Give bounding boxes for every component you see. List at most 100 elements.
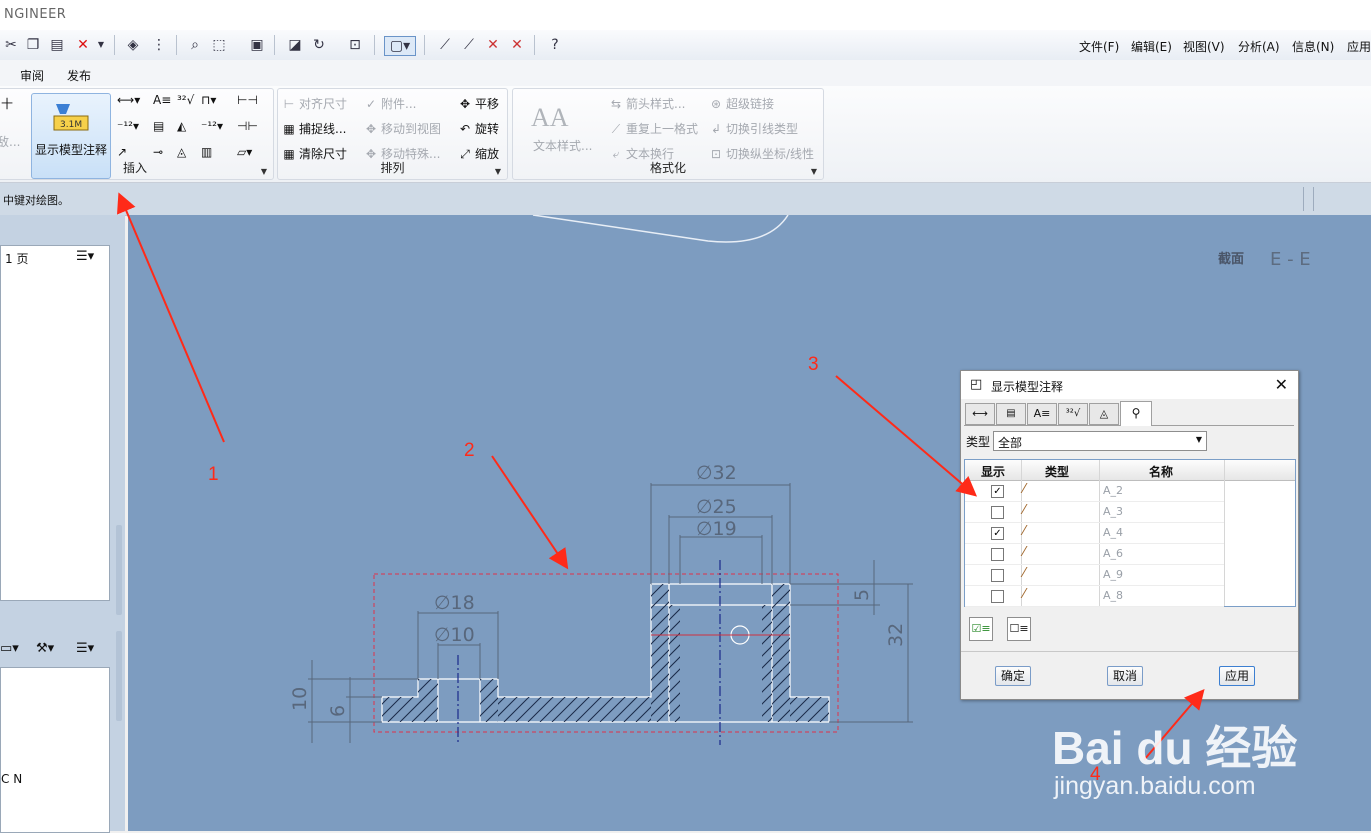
splitter-handle[interactable] bbox=[116, 525, 122, 615]
table-row[interactable]: ⁄ A_9 bbox=[965, 565, 1224, 586]
col-show[interactable]: 显示 bbox=[981, 463, 1005, 480]
repeat-format-item[interactable]: ⟋ 重复上一格式 bbox=[609, 120, 698, 137]
type-select[interactable]: 全部 ▼ bbox=[993, 431, 1207, 451]
table-row[interactable]: ✓ ⁄ A_2 bbox=[965, 481, 1224, 502]
render-icon[interactable]: ▣ bbox=[248, 36, 266, 54]
insert-item-2[interactable]: 敌... bbox=[0, 133, 20, 150]
delete-dropdown-icon[interactable]: ▼ bbox=[92, 36, 110, 54]
model-tree[interactable]: C N bbox=[0, 667, 110, 833]
table-row[interactable]: ⁄ A_6 bbox=[965, 544, 1224, 565]
tree-icon[interactable]: ⋮ bbox=[150, 36, 168, 54]
cancel-button[interactable]: 取消 bbox=[1107, 666, 1143, 686]
splitter-handle-2[interactable] bbox=[116, 631, 122, 721]
coord-sys-icon[interactable]: ✕ bbox=[508, 36, 526, 54]
cut-icon[interactable]: ✂ bbox=[2, 36, 20, 54]
leader-icon[interactable]: ↗ bbox=[117, 145, 127, 159]
attach-item[interactable]: ✓ 附件... bbox=[364, 95, 416, 112]
align-icon: ⊢ bbox=[283, 97, 295, 111]
linear-dim-icon[interactable]: ⟷▾ bbox=[117, 93, 140, 107]
regenerate-icon[interactable]: ↻ bbox=[310, 36, 328, 54]
filter-icon[interactable]: ▭▾ bbox=[0, 641, 19, 656]
show-annotations-icon: 3.1M bbox=[53, 104, 89, 131]
pan-item[interactable]: ✥ 平移 bbox=[458, 95, 499, 112]
menu-info[interactable]: 信息(N) bbox=[1292, 38, 1334, 55]
col-type[interactable]: 类型 bbox=[1045, 463, 1069, 480]
rotate-item[interactable]: ↶ 旋转 bbox=[458, 120, 499, 137]
close-icon[interactable]: ✕ bbox=[1275, 375, 1288, 394]
ref-dim-icon[interactable]: ⁻¹²▾ bbox=[117, 119, 139, 133]
show-checkbox[interactable]: ✓ bbox=[991, 485, 1004, 498]
format-group-expand-icon[interactable]: ▼ bbox=[811, 167, 817, 176]
table-row[interactable]: ⁄ A_8 bbox=[965, 586, 1224, 607]
insert-item-1[interactable]: 十 bbox=[1, 95, 13, 112]
datum-target-icon[interactable]: ⊢⊣ bbox=[237, 93, 258, 107]
tol-dim-icon[interactable]: ⁻¹²▾ bbox=[201, 119, 223, 133]
list-settings-icon[interactable]: ☰▾ bbox=[76, 641, 94, 656]
insert-group-expand-icon[interactable]: ▼ bbox=[261, 167, 267, 176]
tab-dimension-icon[interactable]: ⟷ bbox=[965, 403, 995, 425]
sketch-icon[interactable]: ▱▾ bbox=[237, 145, 252, 159]
tab-review[interactable]: 审阅 bbox=[20, 67, 44, 84]
tab-note-icon[interactable]: A≡ bbox=[1027, 403, 1057, 425]
move-to-view-item[interactable]: ✥ 移动到视图 bbox=[364, 120, 441, 137]
break-icon[interactable]: ⊣⊢ bbox=[237, 119, 258, 133]
datum-point-icon[interactable]: ✕ bbox=[484, 36, 502, 54]
deselect-all-icon[interactable]: ☐≡ bbox=[1007, 617, 1031, 641]
align-dim-item[interactable]: ⊢ 对齐尺寸 bbox=[282, 95, 347, 112]
datum-axis-icon[interactable]: ⟋ bbox=[460, 36, 478, 54]
balloon-icon[interactable]: ◭ bbox=[177, 119, 186, 133]
select-all-icon[interactable]: ☑≡ bbox=[969, 617, 993, 641]
paste-icon[interactable]: ▤ bbox=[48, 36, 66, 54]
gtol-icon[interactable]: ◬ bbox=[177, 145, 186, 159]
show-checkbox[interactable]: ✓ bbox=[991, 527, 1004, 540]
ordinate-dim-icon[interactable]: ⊓▾ bbox=[201, 93, 216, 107]
arrange-group-expand-icon[interactable]: ▼ bbox=[495, 167, 501, 176]
zoom-window-icon[interactable]: ⊡ bbox=[346, 36, 364, 54]
text-style-button[interactable]: 文本样式... bbox=[533, 137, 592, 154]
menu-edit[interactable]: 编辑(E) bbox=[1131, 38, 1172, 55]
show-checkbox[interactable] bbox=[991, 548, 1004, 561]
tools-icon[interactable]: ⚒▾ bbox=[36, 641, 54, 656]
annotation-table-icon[interactable]: ▤ bbox=[153, 119, 164, 133]
section-name: E - E bbox=[1270, 249, 1311, 270]
tab-gtol-icon[interactable]: ▤ bbox=[996, 403, 1026, 425]
symbol-icon[interactable]: ⊸ bbox=[153, 145, 163, 159]
tab-datum-icon[interactable]: ⚲ bbox=[1120, 401, 1152, 426]
show-checkbox[interactable] bbox=[991, 506, 1004, 519]
tab-surface-finish-icon[interactable]: ³²√ bbox=[1058, 403, 1088, 425]
select-box-icon[interactable]: ⬚ bbox=[210, 36, 228, 54]
redraw-icon[interactable]: ◪ bbox=[286, 36, 304, 54]
display-style-icon[interactable]: ▢▾ bbox=[384, 36, 416, 56]
surface-finish-icon[interactable]: ³²√ bbox=[177, 93, 194, 107]
show-checkbox[interactable] bbox=[991, 569, 1004, 582]
tree-settings-icon[interactable]: ☰▾ bbox=[76, 249, 94, 264]
col-name[interactable]: 名称 bbox=[1149, 463, 1173, 480]
leader-type-item[interactable]: ↲ 切换引线类型 bbox=[709, 120, 798, 137]
menu-analysis[interactable]: 分析(A) bbox=[1238, 38, 1280, 55]
menu-apps[interactable]: 应用 bbox=[1347, 38, 1371, 55]
table-row[interactable]: ⁄ A_3 bbox=[965, 502, 1224, 523]
hatch-icon[interactable]: ▥ bbox=[201, 145, 212, 159]
dim-h10: 10 bbox=[289, 687, 311, 711]
table-row[interactable]: ✓ ⁄ A_4 bbox=[965, 523, 1224, 544]
note-icon[interactable]: A≡ bbox=[153, 93, 171, 107]
layer-icon[interactable]: ◈ bbox=[124, 36, 142, 54]
help-icon[interactable]: ? bbox=[546, 36, 564, 54]
find-icon[interactable]: ⌕ bbox=[186, 36, 204, 54]
datum-plane-icon[interactable]: ⟋ bbox=[436, 36, 454, 54]
tab-publish[interactable]: 发布 bbox=[67, 67, 91, 84]
arrow-style-item[interactable]: ⇆ 箭头样式... bbox=[609, 95, 685, 112]
menu-file[interactable]: 文件(F) bbox=[1079, 38, 1119, 55]
snap-line-item[interactable]: ▦ 捕捉线... bbox=[282, 120, 346, 137]
hyperlink-item[interactable]: ⊛ 超级链接 bbox=[709, 95, 774, 112]
layer-tree[interactable]: 1 页 bbox=[0, 245, 110, 601]
show-checkbox[interactable] bbox=[991, 590, 1004, 603]
datum-type-icon: ⁄ bbox=[1023, 545, 1026, 560]
show-annotations-dialog: ◰ 显示模型注释 ✕ ⟷ ▤ A≡ ³²√ ◬ ⚲ 类型 全部 ▼ 显示 类型 … bbox=[960, 370, 1299, 700]
menu-view[interactable]: 视图(V) bbox=[1183, 38, 1225, 55]
copy-icon[interactable]: ❐ bbox=[24, 36, 42, 54]
delete-icon[interactable]: ✕ bbox=[74, 36, 92, 54]
apply-button[interactable]: 应用 bbox=[1219, 666, 1255, 686]
ok-button[interactable]: 确定 bbox=[995, 666, 1031, 686]
tab-symbol-icon[interactable]: ◬ bbox=[1089, 403, 1119, 425]
